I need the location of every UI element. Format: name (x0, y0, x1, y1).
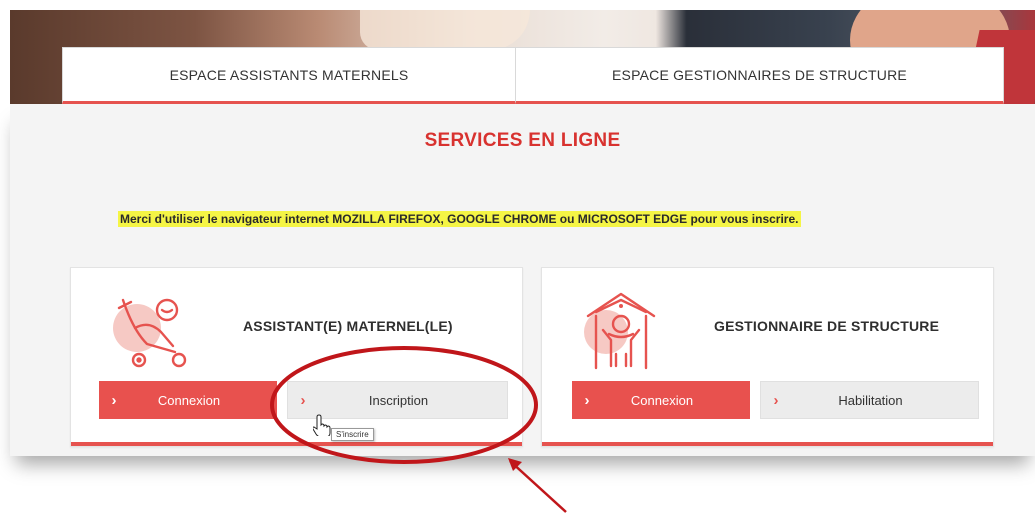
button-label: Connexion (630, 392, 694, 408)
chevron-right-icon: › (584, 391, 590, 409)
space-tabs: ESPACE ASSISTANTS MATERNELS ESPACE GESTI… (62, 47, 1004, 104)
habilitation-button[interactable]: › Habilitation (760, 381, 979, 419)
connexion-button[interactable]: › Connexion (99, 381, 277, 419)
stroller-baby-icon (105, 286, 195, 376)
card-accent-line (71, 442, 522, 446)
chevron-right-icon: › (773, 391, 779, 409)
tooltip: S'inscrire (331, 428, 374, 441)
button-label: Habilitation (838, 392, 903, 408)
tab-label: ESPACE ASSISTANTS MATERNELS (169, 66, 409, 83)
section-title: SERVICES EN LIGNE (424, 130, 621, 151)
connexion-button[interactable]: › Connexion (572, 381, 750, 419)
chevron-right-icon: › (300, 391, 306, 409)
chevron-right-icon: › (111, 391, 117, 409)
card-accent-line (542, 442, 993, 446)
hand-cursor-icon (312, 414, 331, 438)
card-assistant-maternel: ASSISTANT(E) MATERNEL(LE) › Connexion › … (70, 267, 523, 447)
card-title: ASSISTANT(E) MATERNEL(LE) (243, 318, 453, 334)
house-child-icon (576, 286, 666, 376)
tab-label: ESPACE GESTIONNAIRES DE STRUCTURE (612, 66, 907, 83)
services-panel: SERVICES EN LIGNE Merci d'utiliser le na… (10, 104, 1035, 456)
tab-gestionnaires-structure[interactable]: ESPACE GESTIONNAIRES DE STRUCTURE (516, 47, 1004, 104)
tab-assistants-maternels[interactable]: ESPACE ASSISTANTS MATERNELS (62, 47, 516, 104)
banner-decor (360, 10, 530, 50)
button-label: Connexion (157, 392, 221, 408)
card-gestionnaire-structure: GESTIONNAIRE DE STRUCTURE › Connexion › … (541, 267, 994, 447)
button-label: Inscription (368, 392, 429, 408)
browser-notice: Merci d'utiliser le navigateur internet … (118, 211, 801, 227)
card-title: GESTIONNAIRE DE STRUCTURE (714, 318, 940, 334)
annotation-arrow-line (509, 460, 567, 513)
annotation-arrow-head (508, 458, 522, 471)
